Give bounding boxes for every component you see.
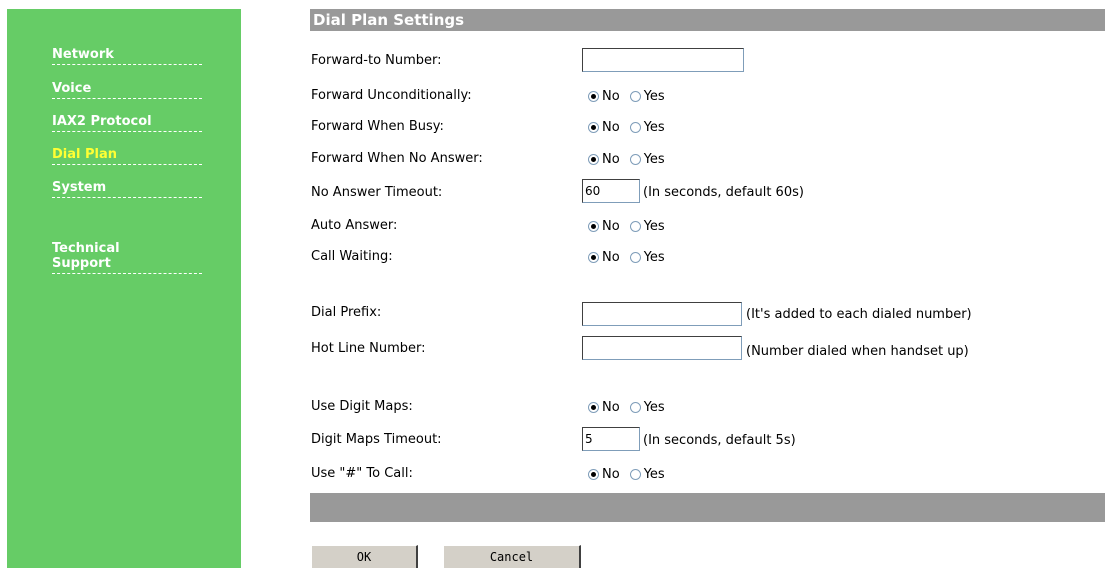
dial-prefix-label: Dial Prefix: xyxy=(311,305,382,320)
use-digit-maps-no-radio[interactable] xyxy=(588,401,599,413)
option-no-label: No xyxy=(602,88,620,104)
digit-maps-timeout-input[interactable] xyxy=(582,427,640,451)
use-digit-maps-label: Use Digit Maps: xyxy=(311,399,413,414)
call-waiting-label: Call Waiting: xyxy=(311,249,393,264)
forward-when-no-answer-yes-radio[interactable] xyxy=(629,153,641,165)
use-hash-to-call-yes-radio[interactable] xyxy=(629,468,641,480)
option-no-label: No xyxy=(602,466,620,482)
option-yes-label: Yes xyxy=(643,249,665,265)
hot-line-number-hint: (Number dialed when handset up) xyxy=(746,344,969,359)
sidebar-item-network[interactable]: Network xyxy=(52,47,202,65)
hot-line-number-input[interactable] xyxy=(582,336,742,360)
sidebar-item-voice[interactable]: Voice xyxy=(52,81,202,99)
option-no-label: No xyxy=(602,249,620,265)
sidebar-item-system[interactable]: System xyxy=(52,180,202,198)
forward-when-busy-label: Forward When Busy: xyxy=(311,119,444,134)
forward-unconditionally-yes-radio[interactable] xyxy=(629,90,641,102)
forward-when-no-answer-label: Forward When No Answer: xyxy=(311,151,483,166)
use-hash-to-call-options: No Yes xyxy=(588,466,675,482)
dial-prefix-hint: (It's added to each dialed number) xyxy=(746,307,972,322)
option-yes-label: Yes xyxy=(643,119,665,135)
no-answer-timeout-label: No Answer Timeout: xyxy=(311,185,443,200)
use-hash-to-call-no-radio[interactable] xyxy=(588,468,599,480)
support-label-line1: Technical xyxy=(52,241,120,256)
auto-answer-yes-radio[interactable] xyxy=(629,220,641,232)
forward-when-busy-yes-radio[interactable] xyxy=(629,121,641,133)
digit-maps-timeout-label: Digit Maps Timeout: xyxy=(311,432,442,447)
forward-to-number-label: Forward-to Number: xyxy=(311,53,442,68)
use-digit-maps-options: No Yes xyxy=(588,399,675,415)
dial-prefix-input[interactable] xyxy=(582,302,742,326)
auto-answer-no-radio[interactable] xyxy=(588,220,599,232)
sidebar: Network Voice IAX2 Protocol Dial Plan Sy… xyxy=(0,0,241,568)
hot-line-number-label: Hot Line Number: xyxy=(311,341,426,356)
footer-bar xyxy=(310,493,1105,522)
auto-answer-label: Auto Answer: xyxy=(311,218,398,233)
cancel-button[interactable]: Cancel xyxy=(443,545,581,568)
option-no-label: No xyxy=(602,151,620,167)
forward-unconditionally-no-radio[interactable] xyxy=(588,90,599,102)
no-answer-timeout-hint: (In seconds, default 60s) xyxy=(643,185,804,200)
call-waiting-yes-radio[interactable] xyxy=(629,251,641,263)
option-no-label: No xyxy=(602,218,620,234)
call-waiting-no-radio[interactable] xyxy=(588,251,599,263)
option-no-label: No xyxy=(602,119,620,135)
forward-to-number-input[interactable] xyxy=(582,48,744,72)
forward-when-busy-no-radio[interactable] xyxy=(588,121,599,133)
sidebar-item-iax2-protocol[interactable]: IAX2 Protocol xyxy=(52,114,202,132)
support-label-line2: Support xyxy=(52,256,111,271)
page-title: Dial Plan Settings xyxy=(310,9,1105,31)
use-digit-maps-yes-radio[interactable] xyxy=(629,401,641,413)
digit-maps-timeout-hint: (In seconds, default 5s) xyxy=(643,433,796,448)
forward-when-no-answer-options: No Yes xyxy=(588,151,675,167)
forward-when-busy-options: No Yes xyxy=(588,119,675,135)
option-yes-label: Yes xyxy=(643,399,665,415)
sidebar-item-technical-support[interactable]: Technical Support xyxy=(52,241,202,274)
option-yes-label: Yes xyxy=(643,218,665,234)
no-answer-timeout-input[interactable] xyxy=(582,179,640,203)
call-waiting-options: No Yes xyxy=(588,249,675,265)
forward-unconditionally-label: Forward Unconditionally: xyxy=(311,88,472,103)
option-yes-label: Yes xyxy=(643,466,665,482)
sidebar-item-dial-plan[interactable]: Dial Plan xyxy=(52,147,202,165)
forward-unconditionally-options: No Yes xyxy=(588,88,675,104)
option-yes-label: Yes xyxy=(643,151,665,167)
option-yes-label: Yes xyxy=(643,88,665,104)
ok-button[interactable]: OK xyxy=(311,545,418,568)
option-no-label: No xyxy=(602,399,620,415)
forward-when-no-answer-no-radio[interactable] xyxy=(588,153,599,165)
use-hash-to-call-label: Use "#" To Call: xyxy=(311,466,413,481)
auto-answer-options: No Yes xyxy=(588,218,675,234)
